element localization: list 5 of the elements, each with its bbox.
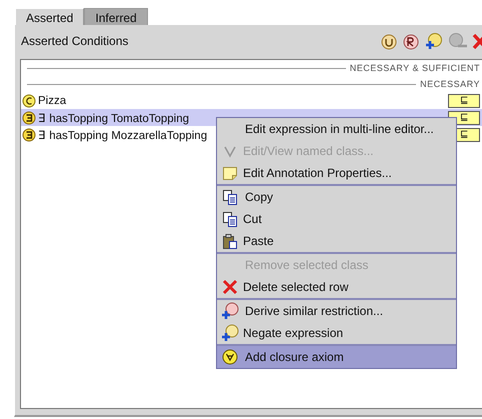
panel-title: Asserted Conditions <box>21 34 128 48</box>
section-label: NECESSARY <box>420 79 480 89</box>
section-label: NECESSARY & SUFFICIENT <box>350 63 480 73</box>
subclass-mark: ⊑ <box>448 94 480 108</box>
condition-text: ∃ hasTopping TomatoTopping <box>38 112 190 124</box>
